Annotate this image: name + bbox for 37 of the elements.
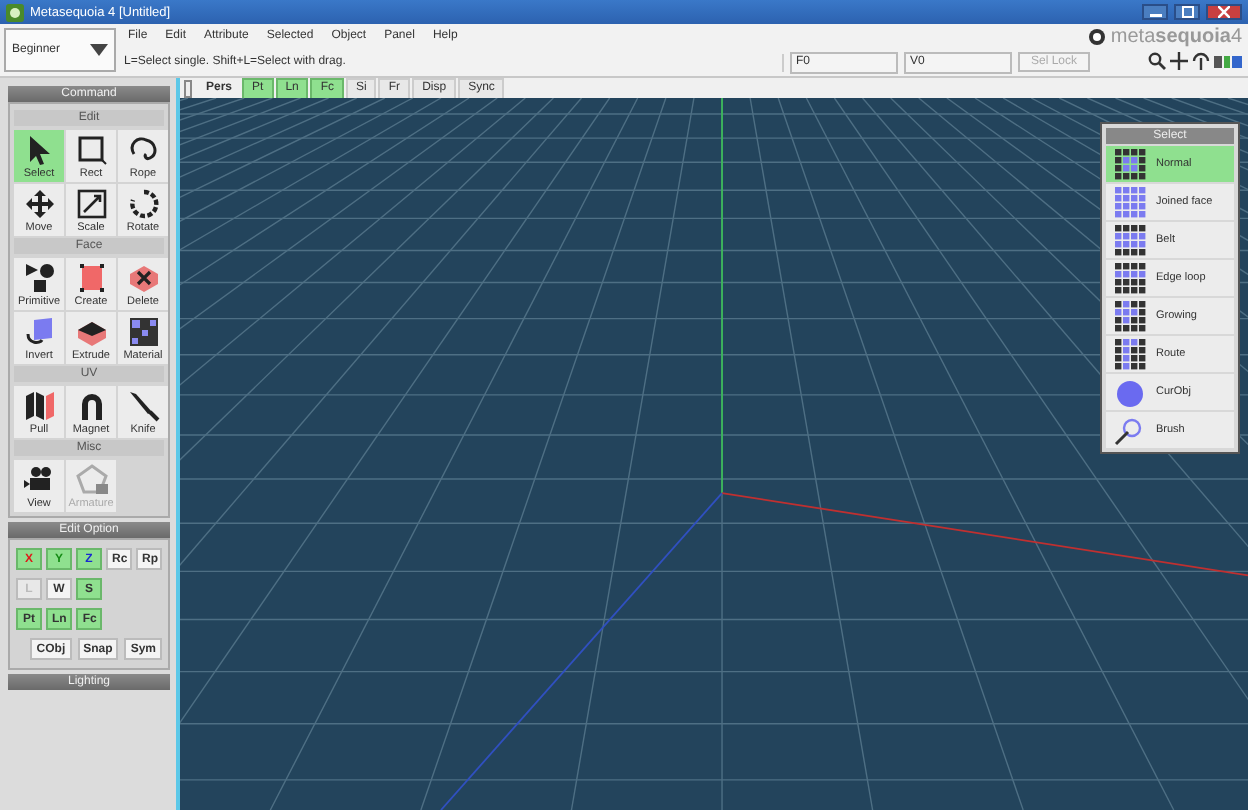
rectangle-icon	[75, 133, 107, 165]
mesh-grid-icon	[1114, 186, 1146, 218]
material-grid-icon	[127, 315, 159, 347]
arrow-cursor-icon	[25, 133, 53, 165]
face-delete-icon	[127, 261, 159, 293]
circle-icon	[1114, 376, 1146, 408]
logo-icon	[1088, 28, 1107, 46]
close-icon	[1218, 6, 1230, 18]
mesh-grid-icon	[1114, 300, 1146, 332]
brush-icon	[1114, 414, 1146, 446]
close-button[interactable]	[1206, 4, 1242, 20]
mesh-grid-icon	[1114, 148, 1146, 180]
move-arrows-icon	[23, 187, 55, 219]
color-bar-icon[interactable]	[1214, 55, 1242, 67]
movie-camera-icon	[23, 463, 55, 495]
shapes-icon	[23, 261, 55, 293]
rotate-icon	[127, 187, 159, 219]
lasso-icon	[127, 133, 159, 165]
scale-icon	[75, 187, 107, 219]
face-create-icon	[75, 261, 107, 293]
rotate-icon[interactable]	[1192, 52, 1210, 70]
app-icon	[6, 3, 24, 21]
minimize-button[interactable]	[1142, 4, 1168, 20]
search-icon[interactable]	[1148, 52, 1166, 70]
face-invert-icon	[23, 315, 55, 347]
knife-icon	[127, 389, 159, 421]
logo-text: metasequoia4	[1110, 26, 1242, 48]
maximize-button[interactable]	[1174, 4, 1200, 20]
mesh-grid-icon	[1114, 224, 1146, 256]
caret-icon	[90, 44, 108, 56]
pentagon-icon	[75, 463, 107, 495]
grip-icon[interactable]	[184, 79, 192, 97]
move-arrows-icon[interactable]	[1170, 52, 1188, 70]
map-fold-icon	[23, 389, 55, 421]
maximize-icon	[1181, 6, 1193, 18]
mesh-grid-icon	[1114, 262, 1146, 294]
mesh-grid-icon	[1114, 338, 1146, 370]
